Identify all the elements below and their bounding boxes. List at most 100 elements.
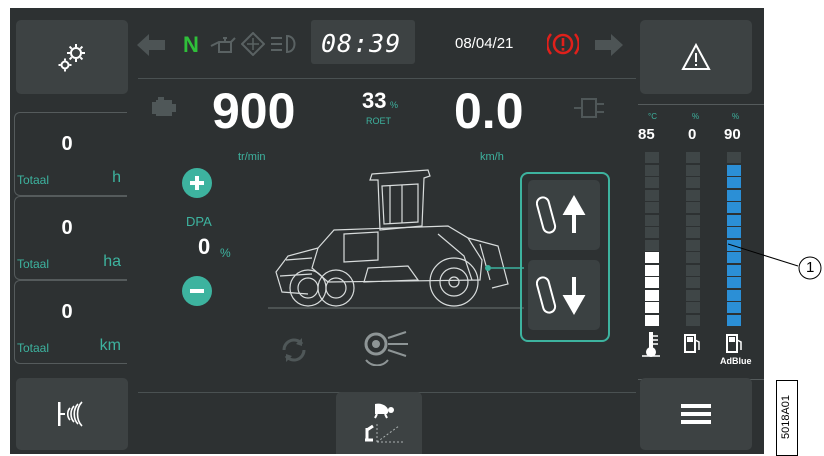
- soot-percent: %: [390, 100, 399, 110]
- level-segment: [645, 202, 659, 213]
- clock-time: 08:39: [321, 29, 402, 58]
- hamburger-menu-icon: [681, 404, 711, 424]
- level-segment: [645, 289, 659, 301]
- counter-area: 0 Totaal ha: [14, 196, 127, 280]
- rotation-icon: [282, 338, 306, 362]
- coolant-temperature-icon: [642, 332, 660, 357]
- fuel-unit: %: [692, 112, 700, 121]
- level-segment: [686, 277, 700, 288]
- warning-button[interactable]: [640, 20, 752, 94]
- engine-rpm-value: 900: [212, 83, 296, 139]
- level-segment: [645, 177, 659, 188]
- level-segment: [645, 314, 659, 326]
- counter-distance: 0 Totaal km: [14, 280, 127, 364]
- elevator-control-panel: [520, 172, 610, 342]
- settings-button[interactable]: [16, 20, 128, 94]
- turn-right-arrow-icon: [595, 34, 623, 56]
- level-segment: [727, 202, 741, 213]
- level-segment: [727, 289, 741, 301]
- counter-distance-label: Totaal: [17, 341, 50, 355]
- level-segment: [727, 152, 741, 163]
- level-segment: [727, 214, 741, 226]
- minus-icon: [190, 289, 204, 293]
- figure-code-box: 5018A01: [776, 380, 798, 456]
- counter-area-value: 0: [61, 217, 73, 239]
- level-segment: [686, 264, 700, 276]
- level-segment: [686, 314, 700, 326]
- adblue-pump-icon: [726, 334, 742, 353]
- brake-warning-icon: [547, 33, 579, 55]
- elevator-up-icon: [536, 194, 586, 234]
- cleaning-roller-icon: [364, 331, 408, 366]
- level-segment: [645, 302, 659, 313]
- turtle-speed-icon: [365, 403, 403, 443]
- adblue-label: AdBlue: [720, 356, 752, 366]
- level-segment: [686, 152, 700, 163]
- level-segment: [645, 152, 659, 163]
- elevator-down-icon: [536, 276, 586, 316]
- adblue-unit: %: [732, 112, 740, 121]
- speed-unit: km/h: [480, 151, 504, 163]
- display-screen: N 08:39 08/04/21 0 Totaal h 0 Totaal ha …: [10, 8, 764, 454]
- elevator-down-button[interactable]: [528, 260, 600, 330]
- adblue-value: 90: [724, 126, 741, 143]
- engine-rpm-unit: tr/min: [238, 151, 266, 163]
- level-segment: [645, 277, 659, 288]
- counter-hours-value: 0: [61, 133, 73, 155]
- oil-pressure-icon: [210, 37, 236, 53]
- level-segment: [727, 164, 741, 176]
- top-divider: [138, 78, 636, 79]
- harvester-machine-illustration: [268, 169, 524, 309]
- dpa-decrease-button[interactable]: [182, 276, 212, 306]
- level-segment: [645, 214, 659, 226]
- coolant-value: 85: [638, 126, 655, 143]
- turn-left-arrow-icon: [137, 34, 165, 56]
- gear-settings-icon: [58, 44, 85, 72]
- transmission-icon: [574, 98, 604, 118]
- menu-button[interactable]: [640, 378, 752, 450]
- counter-hours-unit: h: [112, 169, 121, 186]
- figure-code: 5018A01: [780, 394, 792, 440]
- level-segment: [645, 264, 659, 276]
- ground-sensor-icon: [58, 401, 83, 427]
- level-segment: [686, 214, 700, 226]
- engine-icon: [152, 97, 176, 116]
- status-bar: N 08:39 08/04/21: [135, 20, 640, 82]
- plus-icon: [190, 176, 204, 190]
- level-segment: [645, 252, 659, 263]
- level-segment: [727, 189, 741, 201]
- coolant-level-bar: [642, 152, 662, 326]
- level-segment: [645, 239, 659, 251]
- level-segment: [645, 164, 659, 176]
- dpa-increase-button[interactable]: [182, 168, 212, 198]
- dpa-label: DPA: [186, 214, 212, 229]
- level-segment: [686, 227, 700, 238]
- level-segment: [686, 302, 700, 313]
- counter-area-unit: ha: [103, 253, 121, 270]
- diamond-warning-icon: [241, 32, 265, 56]
- level-segment: [645, 189, 659, 201]
- elevator-up-button[interactable]: [528, 180, 600, 250]
- level-segment: [686, 177, 700, 188]
- counter-area-label: Totaal: [17, 257, 50, 271]
- fuel-value: 0: [688, 126, 697, 143]
- counter-distance-unit: km: [99, 337, 121, 354]
- dpa-percent: %: [220, 246, 231, 260]
- warning-triangle-icon: [681, 43, 711, 70]
- level-segment: [686, 202, 700, 213]
- level-segment: [727, 177, 741, 188]
- speed-mode-button[interactable]: [336, 392, 422, 454]
- level-segment: [686, 252, 700, 263]
- date-display: 08/04/21: [455, 35, 514, 52]
- coolant-unit: °C: [648, 112, 657, 121]
- level-segment: [645, 227, 659, 238]
- counter-distance-value: 0: [61, 301, 73, 323]
- counter-hours: 0 Totaal h: [14, 112, 127, 196]
- level-segment: [727, 302, 741, 313]
- dpa-value: 0: [198, 234, 211, 259]
- ground-sensor-button[interactable]: [16, 378, 128, 450]
- level-segment: [686, 239, 700, 251]
- soot-label: ROET: [366, 116, 392, 126]
- speed-value: 0.0: [454, 83, 524, 139]
- level-segment: [686, 189, 700, 201]
